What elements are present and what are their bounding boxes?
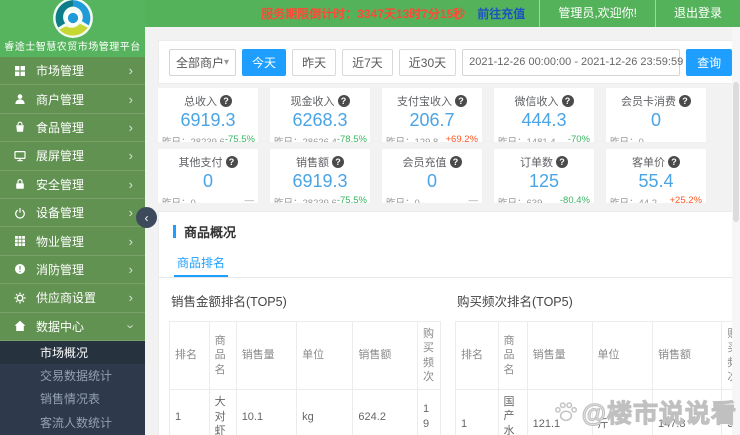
sidebar-item-market[interactable]: 市场管理	[0, 57, 145, 86]
welcome-text: 管理员,欢迎你!	[558, 6, 637, 20]
chevron-right-icon	[129, 149, 133, 162]
panel-title: 购买频次排名(TOP5)	[457, 295, 573, 309]
sidebar-item-food[interactable]: 食品管理	[0, 113, 145, 143]
lock-icon	[16, 179, 24, 190]
home-icon	[14, 321, 26, 332]
sidebar-subitem-market-overview[interactable]: 市场概况	[0, 340, 145, 365]
chevron-right-icon	[129, 64, 133, 77]
alert-circle-icon	[15, 264, 25, 275]
chevron-right-icon	[129, 235, 133, 248]
chevron-down-icon	[224, 57, 229, 68]
grid-icon	[15, 65, 25, 76]
goods-overview-section: 商品概况 商品排名 销售金额排名(TOP5) 排名 商品名 销售量 单位 销售额	[158, 211, 740, 435]
user-icon	[15, 94, 25, 105]
logout-button[interactable]: 退出登录	[656, 0, 740, 27]
stat-card-member-recharge: 会员充值 0 昨日：0—	[382, 149, 482, 203]
table-row: 1 国产水果 121.1 斤 147.8 32	[455, 389, 740, 435]
sales-amount-ranking-panel: 销售金额排名(TOP5) 排名 商品名 销售量 单位 销售额 购买频次 1 大对…	[169, 291, 441, 435]
help-icon[interactable]	[679, 95, 691, 107]
grid-icon	[15, 236, 25, 247]
table-header-row: 排名 商品名 销售量 单位 销售额 购买频次	[455, 320, 740, 391]
scrollbar-thumb[interactable]	[733, 82, 739, 222]
gear-icon	[14, 292, 26, 304]
range-today-button[interactable]: 今天	[242, 48, 287, 76]
range-30days-button[interactable]: 近30天	[398, 48, 457, 76]
stat-card-alipay-income: 支付宝收入 206.7 昨日：129.8+69.2%	[382, 88, 482, 142]
main-content: 全部商户 今天 昨天 近7天 近30天 2021-12-26 00:00:00 …	[145, 27, 740, 435]
stat-card-cash-income: 现金收入 6268.3 昨日：28626.4-78.5%	[270, 88, 370, 142]
table-header-row: 排名 商品名 销售量 单位 销售额 购买频次	[169, 320, 441, 391]
chevron-down-icon	[124, 324, 137, 328]
sidebar-nav: 市场管理 商户管理 食品管理 展屏管理 安全管理 设备管理 物业管理 消防管理	[0, 57, 145, 341]
help-icon[interactable]	[668, 156, 680, 168]
sidebar-item-screen[interactable]: 展屏管理	[0, 142, 145, 171]
date-range-input[interactable]: 2021-12-26 00:00:00 - 2021-12-26 23:59:5…	[462, 48, 683, 76]
chevron-right-icon	[129, 178, 133, 191]
sidebar-subitem-visitor-stats[interactable]: 客流人数统计	[0, 410, 145, 433]
filter-bar: 全部商户 今天 昨天 近7天 近30天 2021-12-26 00:00:00 …	[158, 40, 740, 84]
stat-card-total-income: 总收入 6919.3 昨日：28239.6-75.5%	[158, 88, 258, 142]
range-yesterday-button[interactable]: 昨天	[292, 48, 337, 76]
sidebar-submenu: 市场概况 交易数据统计 销售情况表 客流人数统计	[0, 340, 145, 435]
section-title: 商品概况	[184, 225, 237, 240]
help-icon[interactable]	[225, 156, 238, 168]
brand-name: 睿途士智慧农贸市场管理平台	[4, 42, 141, 53]
table-row: 1 大对虾 10.1 kg 624.2 19	[169, 389, 441, 435]
tab-goods-ranking[interactable]: 商品排名	[174, 249, 229, 277]
stat-card-other-payment: 其他支付 0 昨日：0—	[158, 149, 258, 203]
sidebar-subitem-sales-report[interactable]: 销售情况表	[0, 387, 145, 410]
stat-card-order-count: 订单数 125 昨日：639-80.4%	[494, 149, 594, 203]
sales-amount-ranking-table: 排名 商品名 销售量 单位 销售额 购买频次 1 大对虾 10.1 kg 624…	[169, 320, 441, 435]
sidebar-item-supplier[interactable]: 供应商设置	[0, 284, 145, 313]
query-button[interactable]: 查询	[686, 48, 733, 76]
sidebar-subitem-transaction-stats[interactable]: 交易数据统计	[0, 364, 145, 387]
purchase-frequency-ranking-panel: 购买频次排名(TOP5) 排名 商品名 销售量 单位 销售额 购买频次	[455, 291, 740, 435]
help-icon[interactable]	[455, 95, 467, 107]
stat-card-sales-amount: 销售额 6919.3 昨日：28239.6-75.5%	[270, 149, 370, 203]
vertical-scrollbar[interactable]	[732, 27, 740, 435]
range-7days-button[interactable]: 近7天	[342, 48, 393, 76]
sidebar-item-fire[interactable]: 消防管理	[0, 255, 145, 285]
sidebar: 睿途士智慧农贸市场管理平台 市场管理 商户管理 食品管理 展屏管理 安全管理 设…	[0, 0, 145, 435]
stat-card-wechat-income: 微信收入 444.3 昨日：1481.4-70%	[494, 88, 594, 142]
sidebar-item-datacenter[interactable]: 数据中心	[0, 312, 145, 341]
section-accent-bar	[173, 225, 176, 238]
sidebar-item-security[interactable]: 安全管理	[0, 170, 145, 199]
help-icon[interactable]	[337, 95, 350, 107]
stat-card-avg-order-value: 客单价 55.4 昨日：44.2+25.2%	[606, 149, 706, 203]
bag-icon	[16, 122, 24, 133]
sidebar-collapse-toggle[interactable]	[136, 207, 157, 228]
help-icon[interactable]	[220, 95, 232, 107]
ranking-panels: 销售金额排名(TOP5) 排名 商品名 销售量 单位 销售额 购买频次 1 大对…	[159, 278, 740, 435]
help-icon[interactable]	[449, 156, 462, 168]
panel-title: 销售金额排名(TOP5)	[171, 295, 287, 309]
service-countdown: 服务期限倒计时：3347天13时7分15秒	[261, 7, 466, 21]
chevron-right-icon	[129, 121, 133, 134]
chevron-right-icon	[129, 291, 133, 304]
screen-icon	[14, 150, 26, 162]
merchant-select[interactable]: 全部商户	[169, 48, 237, 76]
help-icon[interactable]	[556, 156, 568, 168]
section-header: 商品概况	[159, 212, 740, 249]
help-icon[interactable]	[561, 95, 574, 107]
recharge-link[interactable]: 前往充值	[477, 5, 525, 22]
help-icon[interactable]	[332, 156, 344, 168]
brand: 睿途士智慧农贸市场管理平台	[0, 0, 145, 57]
goods-tabs: 商品排名	[159, 249, 740, 278]
power-icon	[15, 207, 25, 219]
chevron-right-icon	[129, 93, 133, 106]
purchase-frequency-ranking-table: 排名 商品名 销售量 单位 销售额 购买频次 1 国产水果 121.1	[455, 320, 740, 435]
sidebar-item-merchant[interactable]: 商户管理	[0, 85, 145, 114]
stats-grid: 总收入 6919.3 昨日：28239.6-75.5% 现金收入 6268.3 …	[158, 88, 740, 203]
chevron-right-icon	[129, 206, 133, 219]
sidebar-item-device[interactable]: 设备管理	[0, 198, 145, 228]
chevron-right-icon	[129, 263, 133, 276]
app-logo-icon	[53, 0, 93, 38]
stat-card-membercard-spend: 会员卡消费 0 昨日：0	[606, 88, 706, 142]
sidebar-item-property[interactable]: 物业管理	[0, 227, 145, 256]
